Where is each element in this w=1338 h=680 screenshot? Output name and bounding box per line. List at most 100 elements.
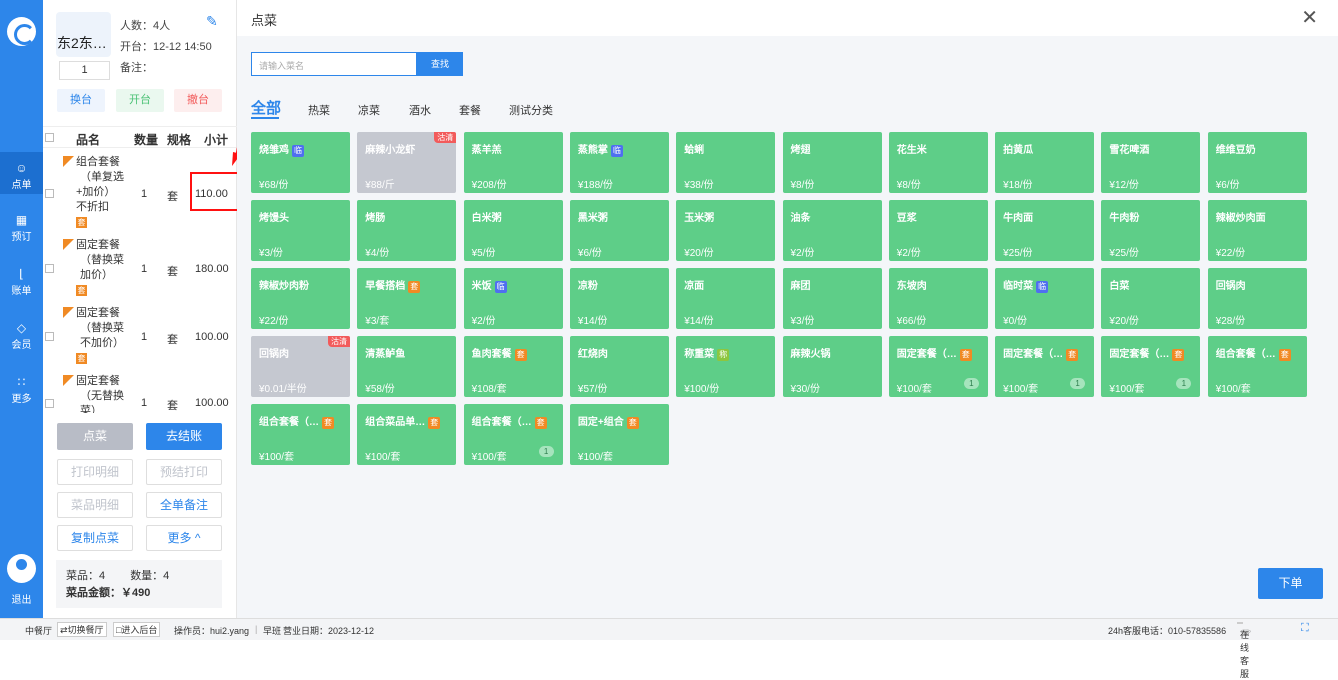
dish-card[interactable]: 回锅肉 ¥0.01/半份 沽清 <box>251 336 350 397</box>
item-subtotal: 100.00 <box>195 331 229 343</box>
tab-sets[interactable]: 套餐 <box>459 102 481 118</box>
tab-cold[interactable]: 凉菜 <box>358 102 380 118</box>
dish-card[interactable]: 辣椒炒肉面 ¥22/份 <box>1207 200 1307 261</box>
cancel-table-button[interactable]: 撤台 <box>174 89 222 112</box>
logout-button[interactable]: 退出 <box>0 591 43 606</box>
dish-card[interactable]: 麻团 ¥3/份 <box>782 268 882 329</box>
select-all-checkbox[interactable] <box>45 133 54 142</box>
order-row[interactable]: 固定套餐 （无替换 菜） 1 套 100.00 <box>43 373 237 413</box>
open-table-button[interactable]: 开台 <box>116 89 164 112</box>
tab-hot[interactable]: 热菜 <box>308 102 330 118</box>
dish-price: ¥100/套 <box>471 452 507 463</box>
dish-card[interactable]: 牛肉面 ¥25/份 <box>995 200 1095 261</box>
col-qty: 数量 <box>134 133 159 147</box>
dish-name: 回锅肉 <box>259 349 289 360</box>
search-input[interactable]: 请输入菜名 <box>251 52 417 76</box>
dish-card[interactable]: 蒸熊掌临 ¥188/份 <box>569 132 669 193</box>
dish-card[interactable]: 白米粥 ¥5/份 <box>463 200 563 261</box>
dish-card[interactable]: 烤馒头 ¥3/份 <box>251 200 350 261</box>
dish-card[interactable]: 组合菜品单… 套 ¥100/套 <box>357 404 457 465</box>
dish-price: ¥22/份 <box>259 316 289 327</box>
item-qty: 1 <box>141 188 148 200</box>
nav-item-member[interactable]: ◇ 会员 <box>0 315 43 357</box>
dish-price: ¥108/套 <box>471 384 507 395</box>
close-icon[interactable]: ✕ <box>1301 5 1318 30</box>
dish-card[interactable]: 临时菜临 ¥0/份 <box>995 268 1095 329</box>
dish-card[interactable]: 鱼肉套餐套 ¥108/套 <box>463 336 563 397</box>
row-checkbox[interactable] <box>45 189 54 198</box>
dish-card[interactable]: 烧雏鸡临 ¥68/份 <box>251 132 350 193</box>
search-button[interactable]: 查找 <box>417 52 463 76</box>
dish-card[interactable]: 蛤蜊 ¥38/份 <box>676 132 776 193</box>
dish-name: 黑米粥 <box>577 213 608 224</box>
tab-test[interactable]: 测试分类 <box>509 102 553 118</box>
dish-card[interactable]: 玉米粥 ¥20/份 <box>676 200 776 261</box>
order-row[interactable]: 固定套餐 （替换菜 加价） 套 1 套 180.00 <box>43 237 237 303</box>
order-dish-button[interactable]: 点菜 <box>57 423 133 450</box>
copy-order-button[interactable]: 复制点菜 <box>57 525 133 551</box>
nav-item-reserve[interactable]: ▦ 预订 <box>0 207 43 249</box>
status-bar: 中餐厅 ⇄切换餐厅 □进入后台 操作员：hui2.yang | 早班 营业日期：… <box>0 618 1338 679</box>
dish-card[interactable]: 组合套餐（… 套 ¥100/套 <box>251 404 350 465</box>
dish-card[interactable]: 固定+组合套 ¥100/套 <box>569 404 669 465</box>
dish-card[interactable]: 固定套餐（… 套 ¥100/套 1 <box>1101 336 1201 397</box>
nav-item-order[interactable]: ☺ 点单 <box>0 152 43 194</box>
dish-card[interactable]: 维维豆奶 ¥6/份 <box>1207 132 1307 193</box>
dish-card[interactable]: 麻辣小龙虾 ¥88/斤 沽清 <box>357 132 457 193</box>
dish-card[interactable]: 回锅肉 ¥28/份 <box>1207 268 1307 329</box>
dish-card[interactable]: 烤肠 ¥4/份 <box>357 200 457 261</box>
place-order-button[interactable]: 下单 <box>1258 568 1323 599</box>
nav-item-bill[interactable]: ⌊ 账单 <box>0 261 43 303</box>
dish-badge: 套 <box>534 417 547 429</box>
switch-room-button[interactable]: ⇄切换餐厅 <box>57 622 107 637</box>
change-table-button[interactable]: 换台 <box>57 89 105 112</box>
tab-all[interactable]: 全部 <box>251 97 281 118</box>
dish-card[interactable]: 凉粉 ¥14/份 <box>569 268 669 329</box>
order-row[interactable]: 固定套餐 （替换菜 不加价） 套 1 套 100.00 <box>43 305 237 371</box>
dish-card[interactable]: 雪花啤酒 ¥12/份 <box>1101 132 1201 193</box>
dish-card[interactable]: 蒸羊羔 ¥208/份 <box>463 132 563 193</box>
dish-card[interactable]: 固定套餐（… 套 ¥100/套 1 <box>995 336 1095 397</box>
dish-card[interactable]: 牛肉粉 ¥25/份 <box>1101 200 1201 261</box>
row-checkbox[interactable] <box>45 332 54 341</box>
dish-badge: 套 <box>408 281 421 293</box>
fullscreen-icon[interactable]: ⛶ <box>1301 622 1309 635</box>
dish-card[interactable]: 花生米 ¥8/份 <box>888 132 988 193</box>
checkout-button[interactable]: 去结账 <box>146 423 222 450</box>
dish-card[interactable]: 组合套餐（… 套 ¥100/套 1 <box>463 404 563 465</box>
dish-card[interactable]: 称重菜称 ¥100/份 <box>676 336 776 397</box>
dish-card[interactable]: 黑米粥 ¥6/份 <box>569 200 669 261</box>
backend-button[interactable]: □进入后台 <box>113 622 161 637</box>
dish-card[interactable]: 东坡肉 ¥66/份 <box>888 268 988 329</box>
all-note-button[interactable]: 全单备注 <box>146 492 222 518</box>
online-service-button[interactable]: ☏ 在线客服 <box>1237 622 1251 679</box>
tab-indicator <box>251 117 279 119</box>
dish-card[interactable]: 豆浆 ¥2/份 <box>888 200 988 261</box>
print-detail-button[interactable]: 打印明细 <box>57 459 133 485</box>
dish-panel-header: 点菜 ✕ <box>237 0 1338 36</box>
dish-card[interactable]: 清蒸鲈鱼 ¥58/份 <box>357 336 457 397</box>
pre-print-button[interactable]: 预结打印 <box>146 459 222 485</box>
tab-drinks[interactable]: 酒水 <box>409 102 431 118</box>
more-button[interactable]: 更多 ^ <box>146 525 222 551</box>
dish-card[interactable]: 固定套餐（… 套 ¥100/套 1 <box>888 336 988 397</box>
row-checkbox[interactable] <box>45 399 54 408</box>
nav-item-more[interactable]: ∷ 更多 <box>0 369 43 411</box>
dish-card[interactable]: 红烧肉 ¥57/份 <box>569 336 669 397</box>
dish-card[interactable]: 组合套餐（… 套 ¥100/套 <box>1207 336 1307 397</box>
dish-card[interactable]: 白菜 ¥20/份 <box>1101 268 1201 329</box>
table-number-field[interactable]: 1 <box>59 61 110 80</box>
edit-icon[interactable]: ✎ <box>206 13 218 30</box>
dish-card[interactable]: 油条 ¥2/份 <box>782 200 882 261</box>
dish-card[interactable]: 烤翅 ¥8/份 <box>782 132 882 193</box>
dish-card[interactable]: 凉面 ¥14/份 <box>676 268 776 329</box>
row-checkbox[interactable] <box>45 264 54 273</box>
dish-card[interactable]: 麻辣火锅 ¥30/份 <box>782 336 882 397</box>
avatar[interactable] <box>7 554 36 583</box>
dish-card[interactable]: 拍黄瓜 ¥18/份 <box>995 132 1095 193</box>
dish-card[interactable]: 米饭临 ¥2/份 <box>463 268 563 329</box>
dish-detail-button[interactable]: 菜品明细 <box>57 492 133 518</box>
dish-name: 清蒸鲈鱼 <box>365 349 406 360</box>
dish-card[interactable]: 辣椒炒肉粉 ¥22/份 <box>251 268 350 329</box>
dish-card[interactable]: 早餐搭档套 ¥3/套 <box>357 268 457 329</box>
